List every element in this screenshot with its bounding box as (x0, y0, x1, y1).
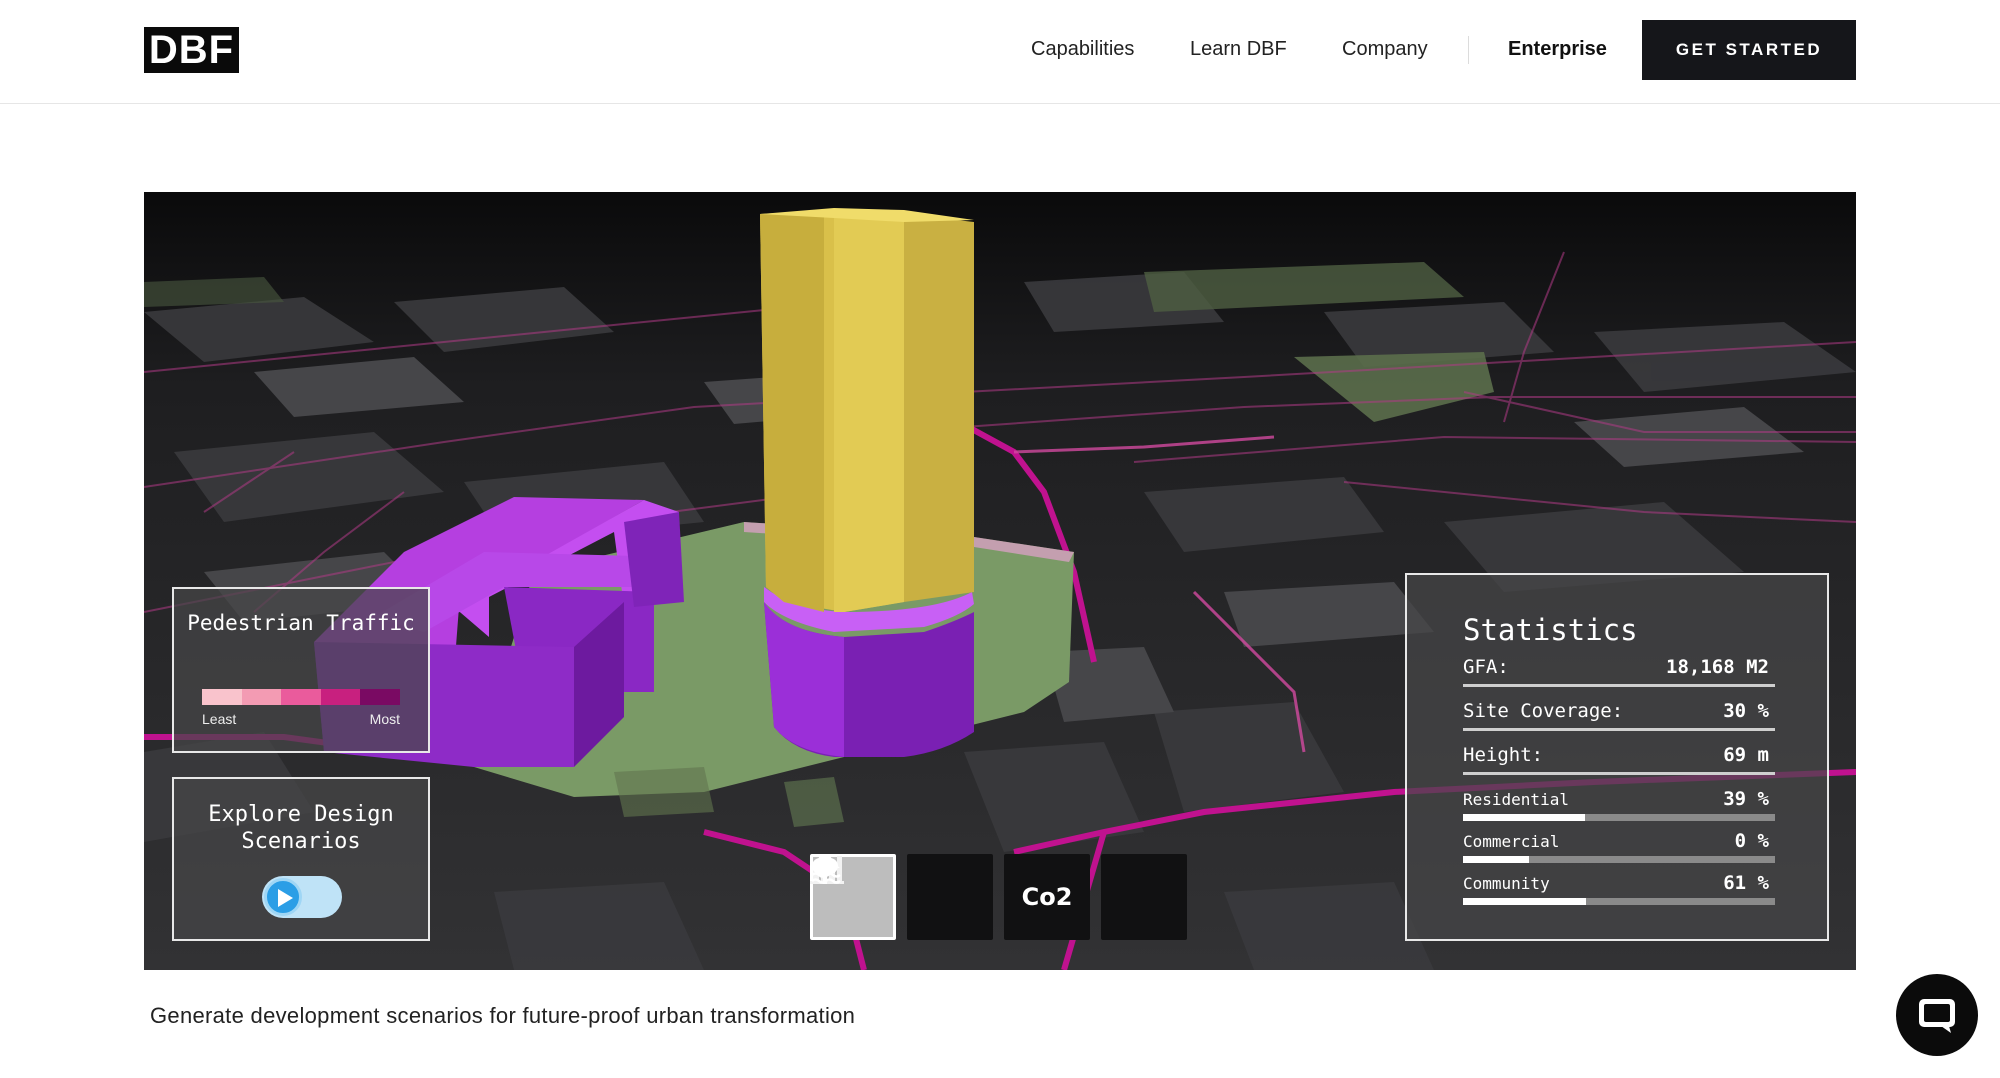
explore-design-scenarios-panel: Explore Design Scenarios (172, 777, 430, 941)
tower-podium (764, 587, 974, 757)
scale-step (320, 689, 361, 705)
get-started-button[interactable]: GET STARTED (1642, 20, 1856, 80)
tower-building (760, 208, 974, 612)
layer-toolbar: Co2 (810, 854, 1187, 940)
community-bar (1463, 898, 1587, 905)
commercial-value: 0 % (1734, 830, 1769, 852)
scale-most-label: Most (369, 711, 400, 727)
stat-site-coverage: Site Coverage: 30 % (1463, 700, 1775, 734)
pedestrian-traffic-legend: Pedestrian Traffic Least Most (172, 587, 430, 753)
site-header: DBF Capabilities Learn DBF Company Enter… (0, 0, 2000, 104)
distant-park-left (144, 277, 284, 307)
scale-step (281, 689, 321, 705)
scale-step (202, 689, 242, 705)
height-label: Height: (1463, 744, 1544, 766)
stat-gfa: GFA: 18,168 M2 (1463, 656, 1775, 690)
statistics-panel: Statistics GFA: 18,168 M2 Site Coverage:… (1405, 573, 1829, 941)
commercial-bar (1463, 856, 1529, 863)
stat-community: Community 61 % (1463, 872, 1775, 908)
flood-icon (811, 856, 841, 884)
divider (1463, 684, 1775, 687)
scale-step (360, 689, 400, 705)
scale-least-label: Least (202, 711, 237, 727)
chat-launcher-button[interactable] (1896, 974, 1978, 1056)
city-model-viewer[interactable]: Pedestrian Traffic Least Most Explore De… (144, 192, 1856, 970)
nav-learn-dbf[interactable]: Learn DBF (1190, 38, 1287, 61)
divider (1463, 728, 1775, 731)
scenario-toggle[interactable] (262, 876, 342, 918)
play-icon (264, 878, 302, 916)
stat-residential: Residential 39 % (1463, 788, 1775, 824)
residential-bar (1463, 814, 1585, 821)
hero-caption: Generate development scenarios for futur… (150, 1003, 856, 1028)
stat-height: Height: 69 m (1463, 744, 1775, 778)
statistics-title: Statistics (1463, 613, 1638, 647)
community-label: Community (1463, 874, 1550, 893)
gfa-value: 18,168 M2 (1666, 656, 1769, 678)
dbf-logo[interactable]: DBF (144, 27, 239, 73)
chat-bubble-icon (1919, 999, 1955, 1033)
stat-commercial: Commercial 0 % (1463, 830, 1775, 866)
residential-label: Residential (1463, 790, 1569, 809)
flood-layer-button[interactable] (811, 854, 1187, 940)
explore-scenarios-title: Explore Design Scenarios (208, 802, 394, 854)
scale-step (241, 689, 282, 705)
commercial-label: Commercial (1463, 832, 1560, 851)
greenery-layer-button[interactable] (812, 854, 993, 940)
nav-capabilities[interactable]: Capabilities (1031, 38, 1134, 61)
site-coverage-value: 30 % (1723, 700, 1769, 722)
co2-icon: Co2 (1021, 883, 1073, 911)
nav-divider (1468, 36, 1469, 64)
divider (1463, 772, 1775, 775)
traffic-color-scale (202, 689, 400, 705)
residential-value: 39 % (1723, 788, 1769, 810)
co2-layer-button[interactable]: Co2 (1004, 854, 1090, 940)
community-value: 61 % (1723, 872, 1769, 894)
pedestrian-traffic-title: Pedestrian Traffic (187, 611, 415, 635)
nav-enterprise[interactable]: Enterprise (1508, 38, 1607, 61)
site-coverage-label: Site Coverage: (1463, 700, 1624, 722)
height-value: 69 m (1723, 744, 1769, 766)
nav-company[interactable]: Company (1342, 38, 1428, 61)
gfa-label: GFA: (1463, 656, 1509, 678)
